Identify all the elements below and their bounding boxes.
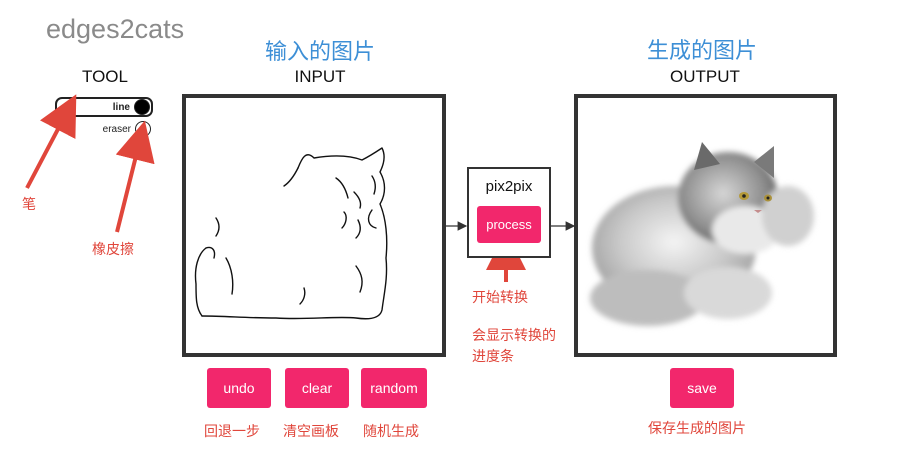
eraser-note: 橡皮擦 <box>92 242 134 258</box>
output-heading: OUTPUT <box>670 67 740 86</box>
model-panel: pix2pix process <box>467 167 551 258</box>
output-image-frame <box>574 94 837 357</box>
undo-button[interactable]: undo <box>207 368 271 408</box>
output-annotation: 生成的图片 <box>646 39 757 64</box>
output-cat-image <box>590 142 814 326</box>
progress-note-line1: 会显示转换的 <box>472 328 556 344</box>
random-note: 随机生成 <box>363 424 419 440</box>
random-button[interactable]: random <box>361 368 427 408</box>
input-annotation: 输入的图片 <box>264 40 375 65</box>
save-note: 保存生成的图片 <box>648 421 746 437</box>
process-note: 开始转换 <box>472 290 528 306</box>
clear-button[interactable]: clear <box>285 368 349 408</box>
input-canvas[interactable] <box>182 94 446 357</box>
input-heading: INPUT <box>294 67 346 86</box>
pen-note: 笔 <box>22 197 36 213</box>
clear-note: 清空画板 <box>283 424 339 440</box>
process-button[interactable]: process <box>477 206 541 243</box>
arrow-pen-icon <box>25 94 77 189</box>
input-sketch <box>194 147 388 320</box>
undo-note: 回退一步 <box>204 424 260 440</box>
progress-note-line2: 进度条 <box>472 349 514 365</box>
model-name: pix2pix <box>485 178 533 195</box>
save-button[interactable]: save <box>670 368 734 408</box>
arrow-eraser-icon <box>115 120 155 233</box>
